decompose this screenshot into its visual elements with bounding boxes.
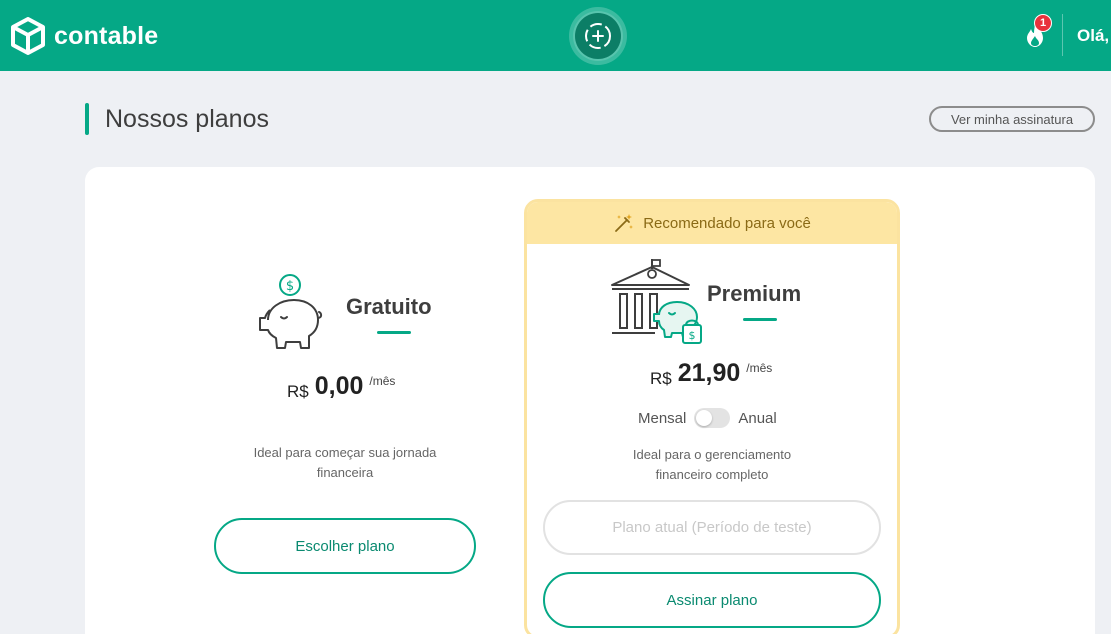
svg-text:$: $ — [689, 329, 696, 342]
top-bar: contable 1 Olá, — [0, 0, 1111, 71]
brand-logo[interactable]: contable — [10, 17, 158, 55]
price-period: /mês — [746, 361, 773, 375]
bank-piggy-lock-icon: $ — [611, 259, 702, 344]
choose-plan-button[interactable]: Escolher plano — [214, 518, 476, 574]
plan-name-underline — [743, 318, 777, 321]
billing-toggle-row: Mensal Anual — [638, 408, 777, 428]
quick-add-inner — [575, 13, 621, 59]
plan-description-premium: Ideal para o gerenciamento financeiro co… — [632, 447, 792, 482]
toggle-knob — [696, 410, 713, 426]
plan-name-premium: Premium — [707, 281, 802, 306]
billing-annual-label[interactable]: Anual — [738, 410, 776, 427]
view-subscription-button[interactable]: Ver minha assinatura — [929, 106, 1095, 132]
brand-name: contable — [54, 21, 159, 50]
subscribe-plan-button[interactable]: Assinar plano — [543, 572, 881, 628]
user-greeting[interactable]: Olá, — [1077, 26, 1109, 46]
plan-description-free: Ideal para começar sua jornada financeir… — [253, 445, 437, 480]
plus-circle-icon — [585, 23, 611, 49]
title-accent-bar — [85, 103, 89, 135]
price-premium: R$ 21,90 /mês — [650, 359, 772, 389]
currency-label: R$ — [287, 382, 309, 401]
quick-add-button[interactable] — [569, 7, 627, 65]
box-logo-icon — [11, 17, 45, 55]
notification-badge: 1 — [1034, 14, 1052, 32]
billing-monthly-label[interactable]: Mensal — [638, 410, 686, 427]
plan-name-free: Gratuito — [346, 294, 432, 319]
header-divider — [1062, 14, 1063, 56]
page-title: Nossos planos — [105, 105, 269, 133]
recommended-label: Recomendado para você — [643, 214, 811, 232]
billing-period-toggle[interactable] — [694, 408, 731, 428]
price-amount: 0,00 — [314, 372, 364, 400]
price-free: R$ 0,00 /mês — [287, 372, 395, 402]
magic-wand-icon — [615, 214, 634, 232]
plan-name-underline — [377, 331, 411, 334]
price-amount: 21,90 — [677, 359, 741, 387]
piggy-bank-coin-icon: $ — [259, 274, 323, 349]
price-period: /mês — [369, 374, 396, 388]
current-plan-button: Plano atual (Período de teste) — [543, 500, 881, 555]
svg-text:$: $ — [286, 279, 294, 294]
recommended-banner: Recomendado para você — [527, 202, 897, 244]
currency-label: R$ — [650, 369, 672, 388]
